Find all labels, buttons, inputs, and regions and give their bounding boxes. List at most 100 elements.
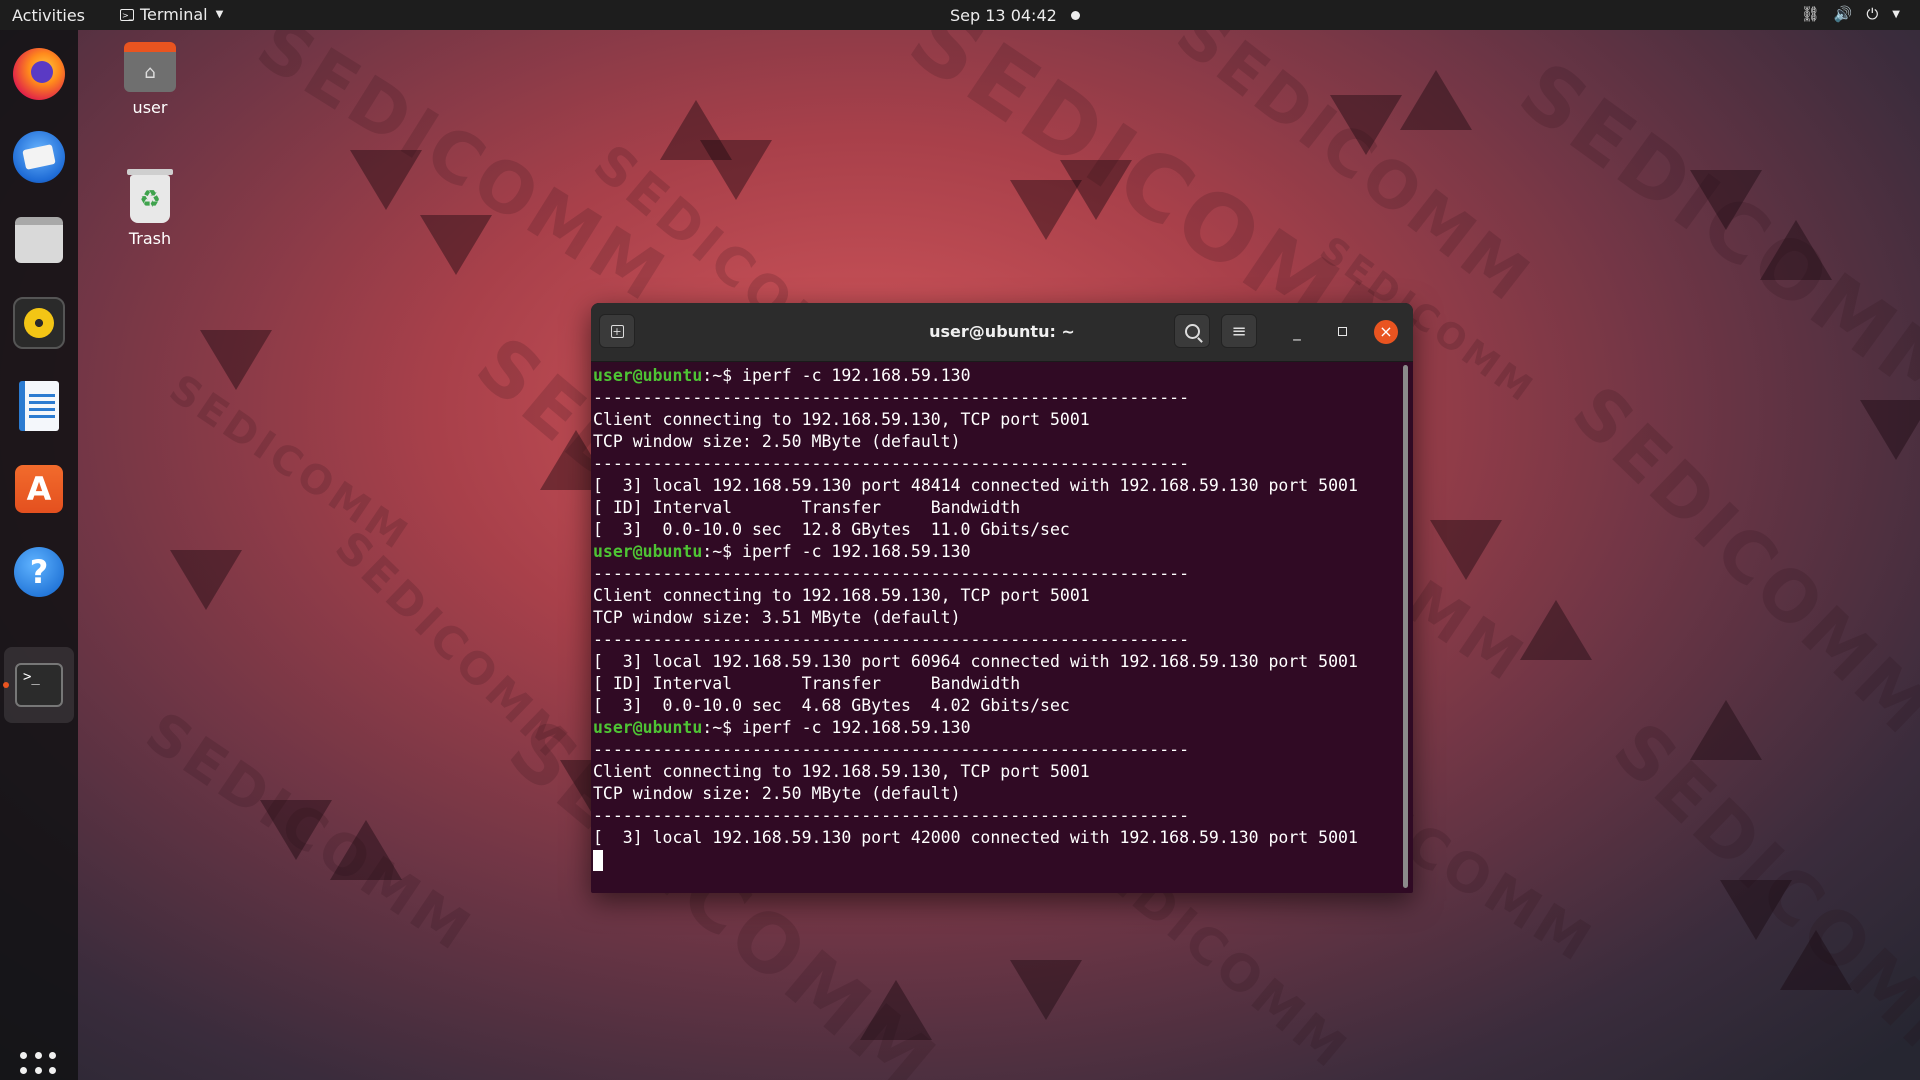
dock-rhythmbox[interactable] [11, 295, 67, 351]
text-cursor [593, 850, 603, 871]
top-bar: Activities >_ Terminal ▼ Sep 13 04:42 ⛓ … [0, 0, 1920, 30]
terminal-line: ----------------------------------------… [593, 388, 1190, 407]
terminal-window[interactable]: user@ubuntu: ~ + ≡ _ × user@ubuntu:~$ ip… [591, 303, 1413, 893]
system-menu[interactable]: ⛓ 🔊 ⏻ ▼ [1801, 5, 1900, 23]
terminal-line: ----------------------------------------… [593, 740, 1190, 759]
wallpaper-triangle [1860, 400, 1920, 460]
terminal-icon: >_ [120, 8, 134, 21]
dock-software[interactable]: A [11, 461, 67, 517]
desktop-icon-trash[interactable]: ♻ Trash [105, 169, 195, 248]
hamburger-icon: ≡ [1231, 320, 1247, 342]
notification-dot-icon [1070, 11, 1080, 20]
close-icon: × [1379, 322, 1393, 341]
minimize-button[interactable]: _ [1285, 320, 1309, 344]
terminal-line [593, 849, 1393, 871]
dock-help[interactable]: ? [11, 544, 67, 600]
terminal-line: [ 3] local 192.168.59.130 port 60964 con… [593, 652, 1358, 671]
command-text: iperf -c 192.168.59.130 [742, 718, 971, 737]
network-icon: ⛓ [1800, 5, 1820, 23]
wallpaper-triangle [860, 980, 932, 1040]
app-menu[interactable]: >_ Terminal ▼ [120, 5, 223, 24]
terminal-headerbar[interactable]: user@ubuntu: ~ + ≡ _ × [591, 303, 1413, 362]
prompt-path: :~$ [702, 718, 743, 737]
terminal-line: TCP window size: 2.50 MByte (default) [593, 432, 961, 451]
prompt-user: user@ubuntu [593, 718, 703, 737]
command-text: iperf -c 192.168.59.130 [742, 366, 971, 385]
new-tab-icon: + [610, 324, 624, 338]
running-indicator [3, 682, 9, 688]
home-folder-icon: ⌂ [124, 42, 176, 92]
chevron-down-icon: ▼ [215, 9, 224, 20]
wallpaper-triangle [1690, 170, 1762, 230]
wallpaper-triangle [330, 820, 402, 880]
writer-icon [19, 381, 59, 431]
close-button[interactable]: × [1374, 320, 1398, 344]
terminal-line: user@ubuntu:~$ iperf -c 192.168.59.130 [593, 365, 1393, 387]
dock-firefox[interactable] [11, 46, 67, 102]
menu-button[interactable]: ≡ [1221, 314, 1257, 348]
wallpaper-triangle [1010, 960, 1082, 1020]
maximize-button[interactable] [1330, 320, 1354, 344]
wallpaper-triangle [1690, 700, 1762, 760]
chevron-down-icon: ▼ [1892, 8, 1900, 20]
terminal-line: user@ubuntu:~$ iperf -c 192.168.59.130 [593, 717, 1393, 739]
dock-thunderbird[interactable] [11, 129, 67, 185]
terminal-line: [ ID] Interval Transfer Bandwidth [593, 674, 1021, 693]
help-icon: ? [14, 547, 64, 597]
terminal-line: Client connecting to 192.168.59.130, TCP… [593, 762, 1090, 781]
scrollbar[interactable] [1403, 365, 1408, 888]
search-button[interactable] [1174, 314, 1210, 348]
volume-icon: 🔊 [1833, 5, 1853, 23]
terminal-line: user@ubuntu:~$ iperf -c 192.168.59.130 [593, 541, 1393, 563]
terminal-line: TCP window size: 3.51 MByte (default) [593, 608, 961, 627]
terminal-line: ----------------------------------------… [593, 630, 1190, 649]
wallpaper-triangle [1780, 930, 1852, 990]
prompt-user: user@ubuntu [593, 542, 703, 561]
terminal-line: Client connecting to 192.168.59.130, TCP… [593, 586, 1090, 605]
wallpaper-triangle [350, 150, 422, 210]
app-menu-label: Terminal [140, 5, 208, 24]
terminal-line: TCP window size: 2.50 MByte (default) [593, 784, 961, 803]
command-text: iperf -c 192.168.59.130 [742, 542, 971, 561]
wallpaper-triangle [1520, 600, 1592, 660]
wallpaper-triangle [260, 800, 332, 860]
dock-writer[interactable] [11, 378, 67, 434]
clock-label: Sep 13 04:42 [950, 6, 1057, 25]
search-icon [1184, 323, 1200, 339]
terminal-line: Client connecting to 192.168.59.130, TCP… [593, 410, 1090, 429]
wallpaper-triangle [170, 550, 242, 610]
terminal-output[interactable]: user@ubuntu:~$ iperf -c 192.168.59.130 --… [593, 365, 1393, 885]
terminal-icon: >_ [15, 663, 63, 707]
terminal-line: ----------------------------------------… [593, 454, 1190, 473]
prompt-user: user@ubuntu [593, 366, 703, 385]
dock-files[interactable] [11, 212, 67, 268]
wallpaper-triangle [700, 140, 772, 200]
desktop-icon-home[interactable]: ⌂ user [105, 42, 195, 117]
terminal-line: ----------------------------------------… [593, 806, 1190, 825]
wallpaper-triangle [420, 215, 492, 275]
terminal-line: [ ID] Interval Transfer Bandwidth [593, 498, 1021, 517]
desktop-icon-label: user [132, 98, 168, 117]
desktop-icon-label: Trash [128, 229, 172, 248]
rhythmbox-icon [13, 297, 65, 349]
wallpaper-triangle [1330, 95, 1402, 155]
files-icon [15, 217, 63, 263]
trash-icon: ♻ [127, 169, 173, 223]
clock-menu[interactable]: Sep 13 04:42 [950, 6, 1080, 25]
activities-button[interactable]: Activities [12, 6, 85, 25]
wallpaper-triangle [1760, 220, 1832, 280]
dock-terminal[interactable]: >_ [4, 647, 74, 723]
wallpaper-triangle [1430, 520, 1502, 580]
show-applications-button[interactable] [20, 1052, 58, 1080]
new-tab-button[interactable]: + [599, 314, 635, 348]
terminal-line: ----------------------------------------… [593, 564, 1190, 583]
wallpaper-triangle [200, 330, 272, 390]
thunderbird-icon [13, 131, 65, 183]
watermark-text: SEDICOMM [324, 521, 579, 770]
software-store-icon: A [15, 465, 63, 513]
firefox-icon [13, 48, 65, 100]
prompt-path: :~$ [702, 542, 743, 561]
wallpaper-triangle [1060, 160, 1132, 220]
minimize-icon: _ [1293, 323, 1301, 341]
dock: A ? >_ [0, 30, 78, 1080]
